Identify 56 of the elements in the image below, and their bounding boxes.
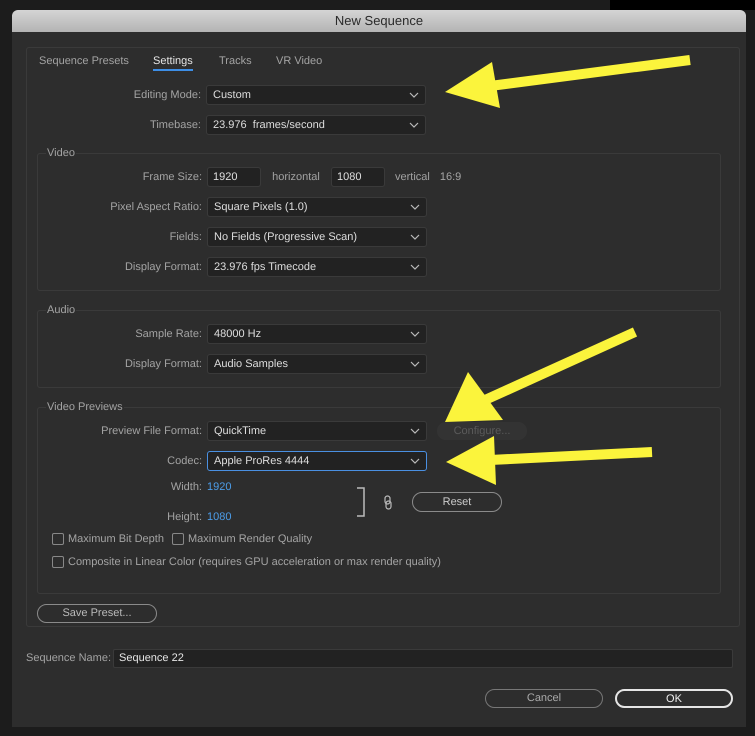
dropdown[interactable]: Audio Samples: [207, 354, 427, 374]
dropdown[interactable]: Custom: [206, 85, 426, 105]
tab[interactable]: Settings: [153, 52, 219, 72]
input-field[interactable]: 1920: [207, 167, 261, 187]
dropdown[interactable]: Apple ProRes 4444: [207, 451, 427, 471]
input-field[interactable]: Sequence 22: [113, 649, 733, 668]
input-field[interactable]: 1080: [331, 167, 385, 187]
save-preset-button[interactable]: Save Preset...: [37, 604, 157, 623]
aspect-ratio: 16:9: [440, 170, 462, 185]
chevron-down-icon: [409, 92, 419, 98]
chevron-down-icon: [410, 458, 420, 464]
field-label: Fields:: [168, 230, 202, 245]
checkbox-label: Maximum Bit Depth: [68, 532, 164, 547]
unit-label: horizontal: [271, 170, 321, 185]
dropdown[interactable]: 48000 Hz: [207, 324, 427, 344]
field-label: Pixel Aspect Ratio:: [109, 200, 202, 215]
window-title: New Sequence: [334, 12, 424, 30]
chevron-down-icon: [409, 122, 419, 128]
readout-value: 1920: [207, 480, 232, 495]
field-label: Display Format:: [124, 356, 202, 372]
field-label: Height:: [166, 510, 202, 525]
dropdown[interactable]: No Fields (Progressive Scan): [207, 227, 427, 247]
unit-label: vertical: [395, 170, 430, 185]
tab[interactable]: Sequence Presets: [39, 52, 153, 72]
checkbox-label: Composite in Linear Color (requires GPU acceleration or max render quality): [68, 554, 441, 570]
field-label: Codec:: [166, 454, 202, 469]
field-label: Frame Size:: [142, 170, 202, 185]
dropdown[interactable]: QuickTime: [207, 421, 427, 441]
checkbox[interactable]: [172, 533, 184, 546]
checkbox-label: Maximum Render Quality: [188, 532, 312, 547]
dialog-button[interactable]: Cancel: [485, 689, 603, 708]
chevron-down-icon: [410, 331, 420, 337]
chevron-down-icon: [410, 428, 420, 434]
dialog-button[interactable]: OK: [615, 689, 733, 708]
field-label: Preview File Format:: [100, 424, 202, 439]
chevron-down-icon: [410, 264, 420, 270]
field-label: Timebase:: [149, 118, 201, 133]
chevron-down-icon: [410, 234, 420, 240]
dropdown[interactable]: Square Pixels (1.0): [207, 197, 427, 217]
field-label: Editing Mode:: [132, 88, 201, 103]
chevron-down-icon: [410, 204, 420, 210]
field-label: Sequence Name:: [26, 651, 108, 666]
field-label: Display Format:: [124, 260, 202, 275]
bracket-icon: [356, 487, 366, 517]
field-label: Width:: [170, 480, 202, 495]
tab[interactable]: VR Video: [276, 52, 336, 72]
link-icon[interactable]: [384, 494, 392, 510]
dropdown[interactable]: 23.976 frames/second: [206, 115, 426, 135]
tab[interactable]: Tracks: [219, 52, 276, 72]
checkbox[interactable]: [52, 533, 64, 546]
reset-button[interactable]: Reset: [412, 492, 502, 512]
readout-value: 1080: [207, 510, 232, 525]
checkbox[interactable]: [52, 556, 64, 568]
dropdown[interactable]: 23.976 fps Timecode: [207, 257, 427, 277]
field-label: Sample Rate:: [134, 326, 202, 342]
chevron-down-icon: [410, 361, 420, 367]
